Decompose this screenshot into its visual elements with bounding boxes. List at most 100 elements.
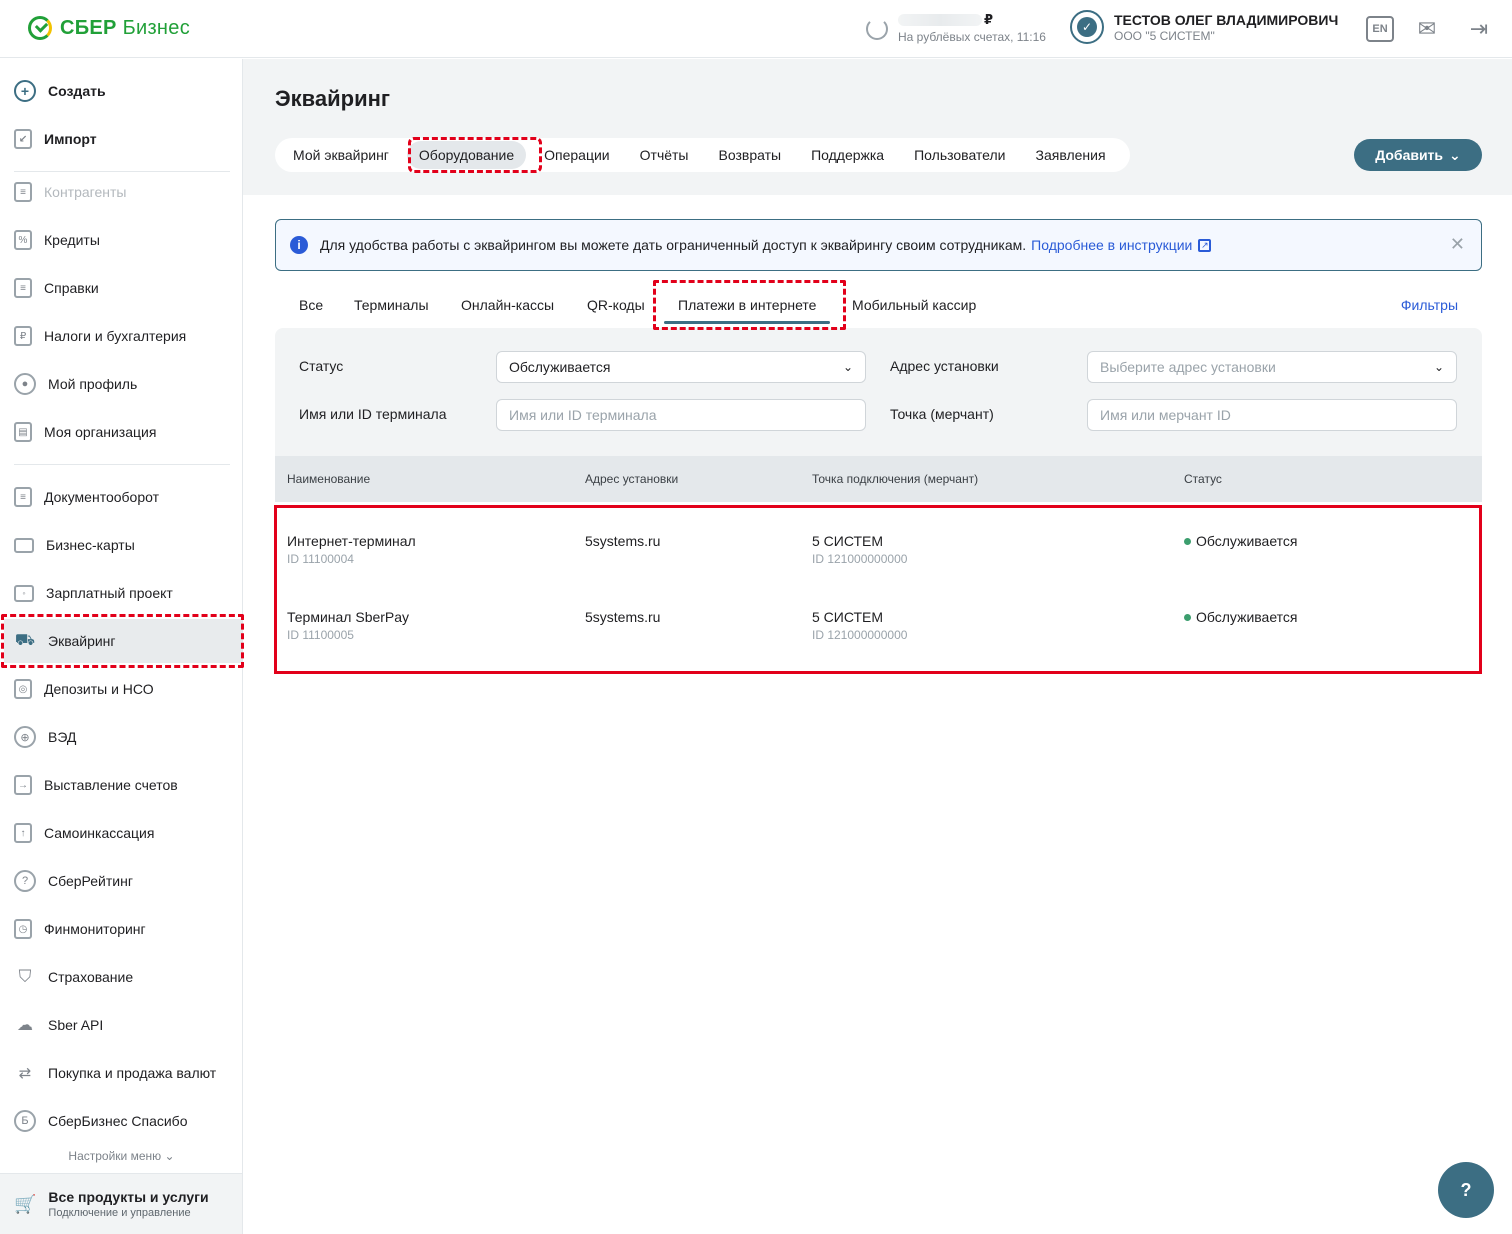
sber-logo-icon: [28, 16, 52, 40]
column-header-name[interactable]: Наименование: [287, 472, 370, 486]
shield-icon: ⛉: [18, 967, 32, 986]
sidebar-item-label: Покупка и продажа валют: [48, 1065, 217, 1081]
sidebar-item-label: Налоги и бухгалтерия: [44, 328, 187, 344]
info-banner: i Для удобства работы с эквайрингом вы м…: [275, 219, 1482, 271]
sidebar-item-create[interactable]: + Создать: [4, 69, 242, 113]
all-products-button[interactable]: 🛒 Все продукты и услуги Подключение и уп…: [0, 1173, 242, 1234]
instruction-link[interactable]: Подробнее в инструкции: [1031, 237, 1192, 253]
self-collection-icon: ↑: [14, 823, 32, 843]
mail-notification-icon[interactable]: ✉: [1410, 16, 1444, 42]
sidebar-divider: [14, 464, 230, 465]
sber-business-logo[interactable]: СБЕР Бизнес: [28, 16, 190, 40]
all-products-title: Все продукты и услуги: [48, 1189, 209, 1205]
sidebar-item-documents[interactable]: ≡ Документооборот: [4, 475, 242, 519]
bonus-icon: Б: [14, 1110, 36, 1132]
sidebar-item-label: Кредиты: [44, 232, 100, 248]
sidebar-item-salary[interactable]: ◦ Зарплатный проект: [4, 571, 242, 615]
terminal-search-input[interactable]: Имя или ID терминала: [496, 399, 866, 431]
organization-icon: ▤: [14, 422, 32, 442]
menu-settings-button[interactable]: Настройки меню ⌄: [0, 1149, 243, 1163]
balance-amount-hidden: [898, 14, 982, 26]
logo-light-text: Бизнес: [122, 16, 190, 39]
certificate-icon: ≡: [14, 278, 32, 298]
column-header-merchant[interactable]: Точка подключения (мерчант): [812, 472, 978, 486]
highlight-acquiring-menu: [1, 614, 244, 668]
sidebar-item-contractors[interactable]: ≡ Контрагенты: [4, 170, 242, 214]
sidebar-item-label: ВЭД: [48, 729, 77, 745]
tab-my-acquiring[interactable]: Мой эквайринг: [281, 141, 401, 169]
sidebar-item-currency[interactable]: ⇄ Покупка и продажа валют: [4, 1051, 242, 1095]
rating-icon: ?: [14, 870, 36, 892]
sidebar-item-ved[interactable]: ⊕ ВЭД: [4, 715, 242, 759]
sidebar-item-label: Импорт: [44, 131, 97, 147]
chevron-down-icon: ⌄: [164, 1149, 175, 1163]
user-name: ТЕСТОВ ОЛЕГ ВЛАДИМИРОВИЧ: [1114, 11, 1339, 28]
sidebar-item-sber-api[interactable]: ☁ Sber API: [4, 1003, 242, 1047]
tab-users[interactable]: Пользователи: [902, 141, 1017, 169]
sidebar-item-invoices[interactable]: → Выставление счетов: [4, 763, 242, 807]
table-header: Наименование Адрес установки Точка подкл…: [275, 456, 1482, 502]
external-link-icon[interactable]: ↗: [1198, 238, 1212, 252]
sidebar-item-label: Справки: [44, 280, 99, 296]
top-header: СБЕР Бизнес ₽ На рублёвых счетах, 11:16 …: [0, 0, 1512, 58]
user-organization: ООО "5 СИСТЕМ": [1114, 28, 1215, 43]
address-filter-label: Адрес установки: [890, 358, 999, 374]
close-icon[interactable]: ✕: [1450, 234, 1465, 255]
subtab-all[interactable]: Все: [299, 286, 323, 326]
page-title: Эквайринг: [275, 86, 391, 111]
tab-applications[interactable]: Заявления: [1024, 141, 1118, 169]
profile-icon: ●: [14, 373, 36, 395]
tab-refunds[interactable]: Возвраты: [707, 141, 794, 169]
status-select[interactable]: Обслуживается ⌄: [496, 351, 866, 383]
logo-bold-text: СБЕР: [60, 16, 117, 39]
plus-circle-icon: +: [14, 80, 36, 102]
sidebar-item-bonus[interactable]: Б СберБизнес Спасибо: [4, 1099, 242, 1143]
sidebar-item-deposits[interactable]: ◎ Депозиты и НСО: [4, 667, 242, 711]
sidebar-item-taxes[interactable]: ₽ Налоги и бухгалтерия: [4, 314, 242, 358]
invoice-icon: →: [14, 775, 32, 795]
acquiring-tabs: Мой эквайринг Оборудование Операции Отчё…: [275, 138, 1130, 172]
sidebar-item-label: СберРейтинг: [48, 873, 133, 889]
finmonitoring-icon: ◷: [14, 919, 32, 939]
balance-widget: ₽ На рублёвых счетах, 11:16: [866, 12, 1046, 44]
address-select[interactable]: Выберите адрес установки ⌄: [1087, 351, 1457, 383]
avatar: ✓: [1070, 10, 1104, 44]
sidebar-item-import[interactable]: ↙ Импорт: [4, 117, 242, 161]
merchant-search-input[interactable]: Имя или мерчант ID: [1087, 399, 1457, 431]
tab-operations[interactable]: Операции: [532, 141, 622, 169]
terminal-filter-label: Имя или ID терминала: [299, 406, 447, 422]
sidebar-item-certificates[interactable]: ≡ Справки: [4, 266, 242, 310]
support-chat-icon[interactable]: ?: [1438, 1162, 1494, 1218]
sidebar-item-label: СберБизнес Спасибо: [48, 1113, 188, 1129]
chevron-down-icon: ⌄: [842, 360, 853, 374]
subtab-qr-codes[interactable]: QR-коды: [587, 286, 645, 326]
tab-support[interactable]: Поддержка: [799, 141, 896, 169]
column-header-status[interactable]: Статус: [1184, 472, 1222, 486]
subtab-online-registers[interactable]: Онлайн-кассы: [461, 286, 554, 326]
page-header-area: [243, 59, 1512, 195]
sidebar-item-label: Страхование: [48, 969, 134, 985]
tax-icon: ₽: [14, 326, 32, 346]
column-header-address[interactable]: Адрес установки: [585, 472, 678, 486]
sidebar-item-self-collection[interactable]: ↑ Самоинкассация: [4, 811, 242, 855]
sidebar-item-profile[interactable]: ● Мой профиль: [4, 362, 242, 406]
sidebar-item-credits[interactable]: % Кредиты: [4, 218, 242, 262]
sidebar-item-business-cards[interactable]: Бизнес-карты: [4, 523, 242, 567]
sidebar-item-finmonitoring[interactable]: ◷ Финмониторинг: [4, 907, 242, 951]
sidebar-item-label: Финмониторинг: [44, 921, 146, 937]
refresh-icon[interactable]: [866, 18, 888, 40]
add-button[interactable]: Добавить ⌄: [1354, 139, 1482, 171]
logout-icon[interactable]: ⇥: [1466, 16, 1492, 42]
sidebar-item-rating[interactable]: ? СберРейтинг: [4, 859, 242, 903]
credit-icon: %: [14, 230, 32, 250]
sidebar-item-organization[interactable]: ▤ Моя организация: [4, 410, 242, 454]
sidebar-item-label: Самоинкассация: [44, 825, 155, 841]
filters-link[interactable]: Фильтры: [1401, 286, 1458, 326]
subtab-terminals[interactable]: Терминалы: [354, 286, 429, 326]
user-profile[interactable]: ✓ ТЕСТОВ ОЛЕГ ВЛАДИМИРОВИЧ ООО "5 СИСТЕМ…: [1070, 10, 1338, 44]
language-switch-button[interactable]: EN: [1366, 16, 1394, 42]
cart-icon: 🛒: [14, 1193, 37, 1214]
tab-reports[interactable]: Отчёты: [628, 141, 701, 169]
sidebar-item-insurance[interactable]: ⛉ Страхование: [4, 955, 242, 999]
subtab-mobile-cashier[interactable]: Мобильный кассир: [852, 286, 976, 326]
